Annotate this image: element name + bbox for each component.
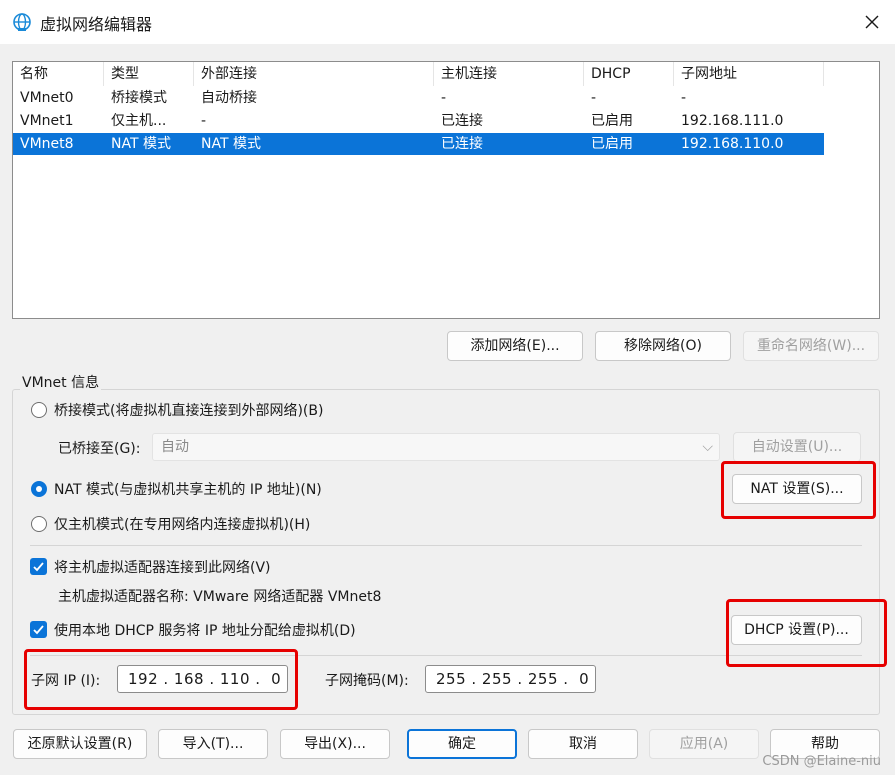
export-button[interactable]: 导出(X)... — [280, 729, 390, 759]
subnet-mask-label: 子网掩码(M): — [325, 673, 409, 689]
cell-type: NAT 模式 — [111, 136, 171, 152]
host-only-mode-label[interactable]: 仅主机模式(在专用网络内连接虚拟机)(H) — [54, 514, 310, 534]
apply-button[interactable]: 应用(A) — [649, 729, 759, 759]
add-network-button[interactable]: 添加网络(E)... — [447, 331, 583, 361]
connect-adapter-checkbox[interactable] — [30, 558, 47, 575]
cell-subnet: - — [681, 90, 687, 106]
import-button[interactable]: 导入(T)... — [158, 729, 268, 759]
auto-settings-button[interactable]: 自动设置(U)... — [733, 432, 861, 462]
window-title: 虚拟网络编辑器 — [40, 15, 153, 34]
list-header: 名称 类型 外部连接 主机连接 DHCP 子网地址 — [13, 62, 879, 86]
cell-host: - — [441, 90, 447, 106]
column-header-dhcp[interactable]: DHCP — [584, 62, 674, 86]
globe-network-icon — [13, 13, 31, 31]
annotation-subnet-ip — [24, 649, 298, 710]
bridged-to-value: 自动 — [161, 439, 189, 455]
chevron-down-icon: ⌵ — [702, 439, 713, 455]
cell-name: VMnet0 — [20, 90, 74, 106]
cell-dhcp: 已启用 — [591, 136, 633, 152]
connect-adapter-label[interactable]: 将主机虚拟适配器连接到此网络(V) — [54, 557, 271, 577]
host-only-mode-radio[interactable] — [31, 516, 47, 532]
bridged-to-select[interactable]: 自动 ⌵ — [152, 433, 720, 461]
cell-host: 已连接 — [441, 136, 483, 152]
adapter-name-label: 主机虚拟适配器名称: VMware 网络适配器 VMnet8 — [58, 589, 382, 605]
cell-external: NAT 模式 — [201, 136, 261, 152]
cancel-button[interactable]: 取消 — [528, 729, 638, 759]
bridged-to-label: 已桥接至(G): — [58, 441, 141, 457]
checkmark-icon — [33, 562, 44, 572]
column-header-name[interactable]: 名称 — [13, 62, 104, 86]
annotation-dhcp-settings — [726, 599, 887, 667]
title-bar: 虚拟网络编辑器 — [0, 0, 895, 44]
nat-mode-radio[interactable] — [31, 481, 47, 497]
annotation-nat-settings — [721, 461, 876, 519]
cell-subnet: 192.168.111.0 — [681, 113, 784, 129]
vmnet-info-label: VMnet 信息 — [20, 372, 102, 392]
cell-name: VMnet1 — [20, 113, 74, 129]
use-dhcp-label[interactable]: 使用本地 DHCP 服务将 IP 地址分配给虚拟机(D) — [54, 620, 356, 640]
network-list[interactable]: 名称 类型 外部连接 主机连接 DHCP 子网地址 VMnet0 桥接模式 自动… — [12, 61, 880, 319]
cell-external: - — [201, 113, 207, 129]
cell-subnet: 192.168.110.0 — [681, 136, 784, 152]
nat-mode-label[interactable]: NAT 模式(与虚拟机共享主机的 IP 地址)(N) — [54, 479, 322, 499]
network-row-vmnet0[interactable]: VMnet0 桥接模式 自动桥接 - - - — [13, 87, 824, 109]
close-button[interactable] — [849, 0, 895, 44]
bridged-mode-radio[interactable] — [31, 402, 47, 418]
column-header-external[interactable]: 外部连接 — [194, 62, 434, 86]
cell-type: 仅主机... — [111, 113, 167, 129]
cell-dhcp: 已启用 — [591, 113, 633, 129]
watermark: CSDN @Elaine-niu — [762, 754, 881, 769]
separator — [30, 545, 862, 546]
cell-name: VMnet8 — [20, 136, 74, 152]
network-row-vmnet1[interactable]: VMnet1 仅主机... - 已连接 已启用 192.168.111.0 — [13, 110, 824, 132]
cell-dhcp: - — [591, 90, 597, 106]
column-header-subnet[interactable]: 子网地址 — [674, 62, 824, 86]
column-header-type[interactable]: 类型 — [104, 62, 194, 86]
cell-external: 自动桥接 — [201, 90, 257, 106]
bridged-mode-label[interactable]: 桥接模式(将虚拟机直接连接到外部网络)(B) — [54, 400, 323, 420]
subnet-mask-input[interactable]: 255 . 255 . 255 . 0 — [425, 665, 596, 693]
cell-type: 桥接模式 — [111, 90, 167, 106]
cell-host: 已连接 — [441, 113, 483, 129]
column-header-host[interactable]: 主机连接 — [434, 62, 584, 86]
remove-network-button[interactable]: 移除网络(O) — [595, 331, 731, 361]
use-dhcp-checkbox[interactable] — [30, 621, 47, 638]
restore-defaults-button[interactable]: 还原默认设置(R) — [13, 729, 147, 759]
checkmark-icon — [33, 625, 44, 635]
ok-button[interactable]: 确定 — [407, 729, 517, 759]
network-row-vmnet8[interactable]: VMnet8 NAT 模式 NAT 模式 已连接 已启用 192.168.110… — [13, 133, 824, 155]
rename-network-button[interactable]: 重命名网络(W)... — [743, 331, 879, 361]
close-icon — [865, 15, 879, 29]
